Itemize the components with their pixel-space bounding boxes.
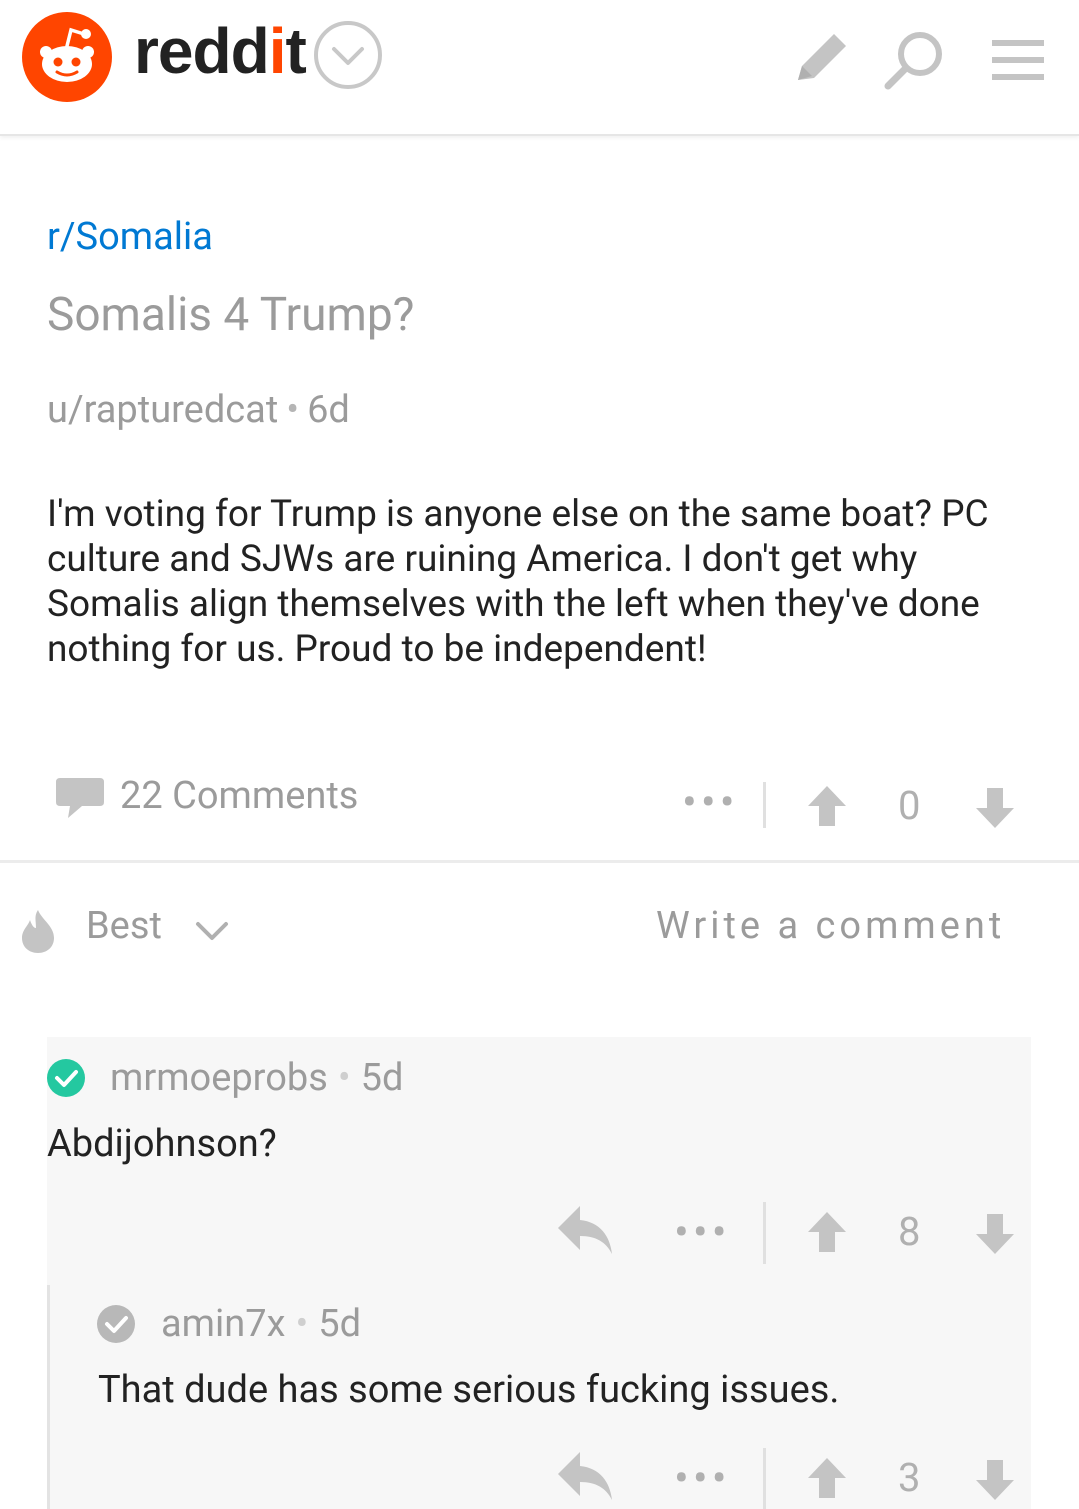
comment-score: 8 [898, 1208, 921, 1255]
flame-icon [22, 910, 54, 953]
reply-arrow-icon [558, 1206, 612, 1254]
comment-body: That dude has some serious fucking issue… [98, 1368, 840, 1412]
reddit-alien-icon [40, 27, 94, 82]
comments-button[interactable] [54, 774, 106, 820]
post-age: 6d [307, 388, 350, 432]
post-more-options-button[interactable]: ••• [682, 776, 739, 828]
sort-dropdown-button[interactable] [192, 916, 232, 946]
action-divider [763, 782, 766, 828]
comment-age: 5d [360, 1056, 404, 1100]
comment-more-options-button[interactable]: ••• [674, 1452, 731, 1504]
comment-reply-button[interactable] [556, 1204, 614, 1256]
action-divider [763, 1202, 766, 1264]
post-downvote-button[interactable] [974, 786, 1016, 830]
menu-button[interactable] [988, 28, 1052, 92]
post-body: I'm voting for Trump is anyone else on t… [47, 493, 989, 671]
top-app-bar: reddit [0, 0, 1079, 136]
comment-thread [47, 1037, 1031, 1509]
subreddit-link[interactable]: r/Somalia [47, 215, 213, 259]
comment-downvote-button[interactable] [974, 1212, 1016, 1256]
reddit-alien-logo[interactable] [22, 12, 112, 102]
sort-label[interactable]: Best [86, 904, 162, 948]
upvote-arrow-icon [808, 1458, 846, 1498]
meta-separator: • [337, 1056, 351, 1100]
comment-upvote-button[interactable] [806, 1210, 848, 1254]
reply-arrow-icon [558, 1452, 612, 1500]
comment-more-options-button[interactable]: ••• [674, 1206, 731, 1258]
comment-bubble-icon [56, 778, 104, 818]
meta-separator: • [295, 1302, 309, 1346]
reddit-wordmark[interactable]: reddit [134, 14, 307, 88]
comment-meta: mrmoeprobs • 5d [110, 1056, 403, 1100]
upvote-arrow-icon [808, 1212, 846, 1252]
create-post-button[interactable] [788, 28, 852, 92]
checkmark-icon [105, 1316, 128, 1333]
post-author-link[interactable]: u/rapturedcat [47, 388, 278, 432]
comment-upvote-button[interactable] [806, 1456, 848, 1500]
wordmark-t: t [285, 15, 306, 87]
sort-best-button[interactable] [20, 908, 56, 954]
write-comment-button[interactable]: Write a comment [656, 904, 1005, 948]
pencil-icon [798, 34, 846, 80]
post-upvote-button[interactable] [806, 784, 848, 828]
nested-thread-line [47, 1285, 50, 1509]
verified-badge-icon [47, 1059, 85, 1097]
comment-body: Abdijohnson? [47, 1122, 277, 1166]
downvote-arrow-icon [976, 1214, 1014, 1254]
search-button[interactable] [882, 28, 946, 92]
search-icon [884, 32, 942, 90]
section-divider [0, 860, 1079, 863]
comment-reply-button[interactable] [556, 1450, 614, 1502]
upvote-arrow-icon [808, 786, 846, 826]
comment-author-link[interactable]: amin7x [161, 1302, 285, 1346]
downvote-arrow-icon [976, 788, 1014, 828]
comment-age: 5d [318, 1302, 362, 1346]
comment-author-link[interactable]: mrmoeprobs [110, 1056, 328, 1100]
comment-score: 3 [898, 1454, 921, 1501]
comment-downvote-button[interactable] [974, 1458, 1016, 1502]
verified-badge-icon [97, 1305, 135, 1343]
checkmark-icon [55, 1070, 78, 1087]
chevron-down-icon [196, 922, 228, 940]
wordmark-text: redd [134, 15, 270, 87]
comments-count[interactable]: 22 Comments [120, 774, 358, 818]
comment-meta: amin7x • 5d [161, 1302, 361, 1346]
wordmark-i: i [268, 15, 287, 87]
post-title: Somalis 4 Trump? [47, 288, 415, 342]
menu-icon [992, 40, 1044, 80]
post-action-bar: 22 Comments ••• 0 [0, 760, 1079, 840]
community-dropdown-button[interactable] [314, 21, 382, 89]
post-meta: u/rapturedcat • 6d [47, 388, 350, 432]
post-score: 0 [898, 782, 921, 829]
meta-separator: • [286, 388, 300, 432]
downvote-arrow-icon [976, 1460, 1014, 1500]
chevron-down-icon [332, 47, 364, 65]
action-divider [763, 1448, 766, 1509]
comment-sort-bar: Best Write a comment [0, 880, 1079, 980]
